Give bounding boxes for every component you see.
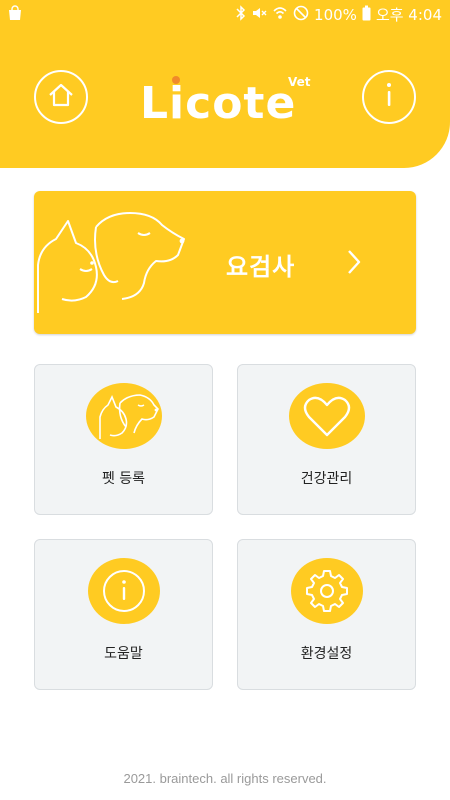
status-bar: 100% 오후 4:04 bbox=[0, 0, 450, 28]
app-header: 100% 오후 4:04 Licote Vet bbox=[0, 0, 450, 168]
logo-text: Licote bbox=[140, 78, 296, 126]
clock: 오후 4:04 bbox=[375, 6, 442, 24]
bluetooth-icon bbox=[236, 4, 246, 25]
chevron-right-icon bbox=[346, 249, 362, 279]
settings-button[interactable]: 환경설정 bbox=[237, 539, 416, 690]
logo-sub-text: Vet bbox=[288, 75, 311, 89]
health-manage-button[interactable]: 건강관리 bbox=[237, 364, 416, 515]
gear-icon bbox=[289, 558, 365, 624]
pet-register-label: 펫 등록 bbox=[101, 471, 146, 487]
info-icon bbox=[383, 81, 395, 113]
battery-percent: 100% bbox=[314, 5, 357, 24]
dog-cat-outline-icon bbox=[34, 203, 194, 317]
copyright-footer: 2021. braintech. all rights reserved. bbox=[123, 771, 327, 786]
battery-icon bbox=[362, 5, 371, 25]
mute-icon bbox=[251, 5, 267, 25]
help-label: 도움말 bbox=[104, 646, 143, 662]
info-button[interactable] bbox=[362, 70, 416, 124]
shopping-bag-icon bbox=[8, 5, 22, 25]
urine-test-button[interactable]: 요검사 bbox=[34, 191, 416, 334]
help-button[interactable]: 도움말 bbox=[34, 539, 213, 690]
licote-vet-logo: Licote Vet bbox=[140, 72, 312, 129]
health-manage-label: 건강관리 bbox=[300, 471, 353, 487]
settings-label: 환경설정 bbox=[300, 646, 353, 662]
pet-icon bbox=[85, 383, 162, 449]
no-sim-icon bbox=[293, 5, 309, 25]
heart-icon bbox=[288, 383, 365, 449]
home-icon bbox=[47, 82, 75, 112]
home-button[interactable] bbox=[34, 70, 88, 124]
urine-test-label: 요검사 bbox=[226, 253, 296, 281]
wifi-icon bbox=[272, 5, 288, 25]
pet-register-button[interactable]: 펫 등록 bbox=[34, 364, 213, 515]
info-circle-icon bbox=[86, 558, 162, 624]
